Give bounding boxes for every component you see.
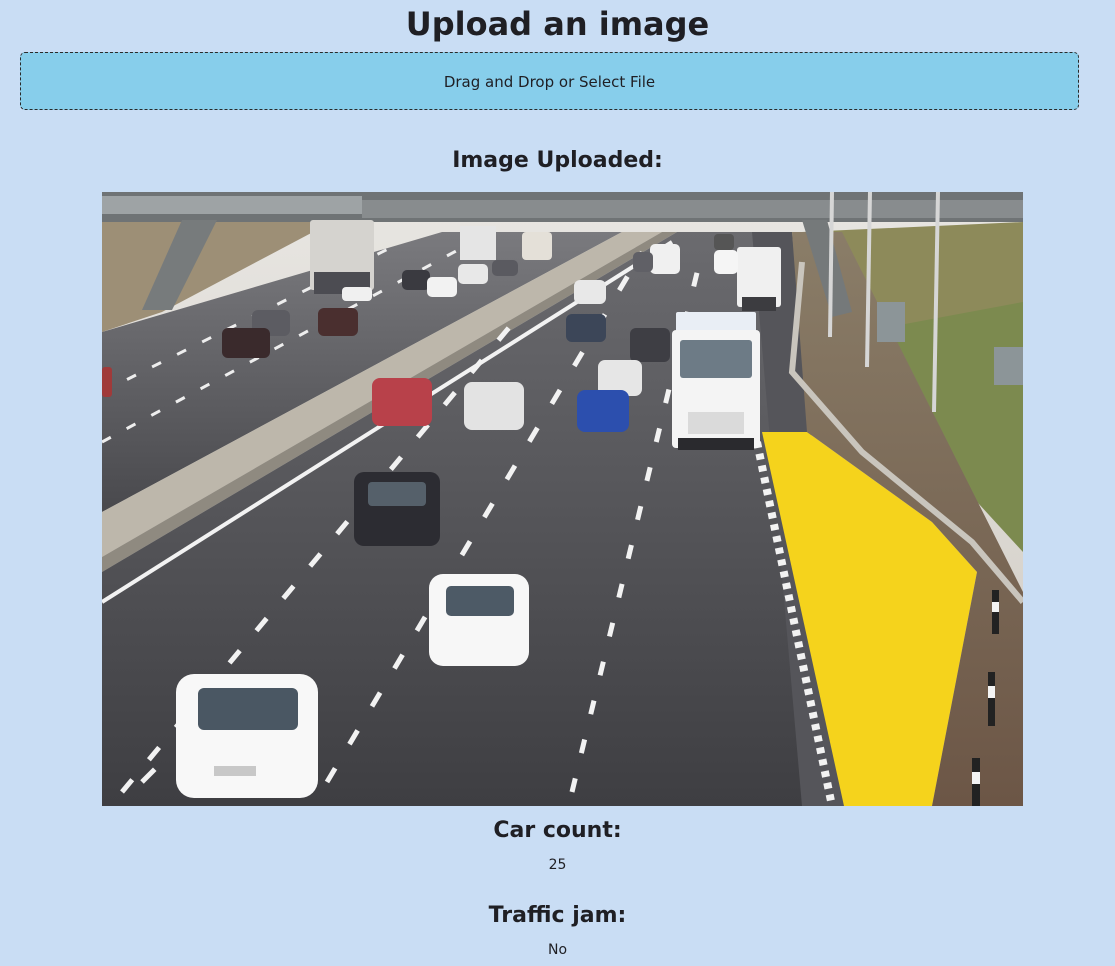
uploaded-image: [102, 192, 1023, 806]
page-title: Upload an image: [405, 5, 710, 43]
car-count-label: Car count:: [493, 818, 622, 843]
car-count-value: 25: [548, 857, 567, 873]
traffic-jam-value: No: [547, 942, 568, 958]
dropzone-label: Drag and Drop or Select File: [443, 73, 656, 91]
image-uploaded-heading: Image Uploaded:: [452, 148, 663, 173]
file-dropzone[interactable]: Drag and Drop or Select File: [20, 52, 1079, 110]
page: Upload an image Drag and Drop or Select …: [0, 0, 1115, 966]
traffic-jam-label: Traffic jam:: [488, 903, 627, 928]
